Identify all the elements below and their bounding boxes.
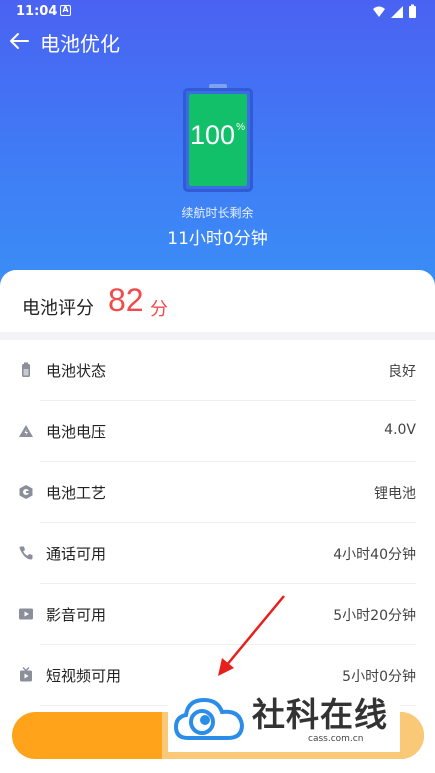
score-unit: 分 xyxy=(150,299,168,320)
battery-level: 100% xyxy=(187,120,247,151)
row-value: 良好 xyxy=(388,364,416,380)
voltage-icon xyxy=(19,425,33,437)
list-item: 电池状态 良好 xyxy=(0,340,435,401)
annotation-arrow-icon xyxy=(218,595,285,676)
page-title: 电池优化 xyxy=(40,32,120,56)
status-bar: 11:04 A xyxy=(0,0,435,24)
row-value: 锂电池 xyxy=(374,486,416,502)
wifi-icon xyxy=(373,6,385,17)
list-item: 通话可用 4小时40分钟 xyxy=(0,523,435,584)
watermark-domain: cass.com.cn xyxy=(308,734,364,744)
remaining-label: 续航时长剩余 xyxy=(181,206,254,220)
list-item: 电池电压 4.0V xyxy=(0,401,435,462)
section-divider xyxy=(0,332,435,340)
signal-icon xyxy=(391,6,403,18)
remaining-value: 11小时0分钟 xyxy=(167,229,268,249)
watermark: 社科在线 cass.com.cn xyxy=(168,682,400,752)
back-arrow-icon[interactable] xyxy=(8,30,30,52)
notification-icon: A xyxy=(60,5,71,16)
battery-level-number: 100 xyxy=(190,120,236,150)
row-label: 短视频可用 xyxy=(46,667,122,685)
battery-status-icon xyxy=(409,6,416,18)
row-label: 影音可用 xyxy=(46,606,107,624)
phone-icon xyxy=(19,546,33,560)
row-label: 通话可用 xyxy=(46,545,107,563)
row-value: 4.0V xyxy=(384,422,416,438)
row-label: 电池状态 xyxy=(46,362,107,380)
short-video-icon xyxy=(20,667,32,682)
tech-icon xyxy=(19,485,33,499)
row-label: 电池电压 xyxy=(46,423,107,441)
row-value: 5小时20分钟 xyxy=(333,608,416,624)
row-value: 4小时40分钟 xyxy=(333,547,416,563)
battery-percent-sign: % xyxy=(236,122,245,133)
watermark-brand: 社科在线 xyxy=(252,695,388,734)
video-icon xyxy=(19,608,33,620)
score-value: 82 xyxy=(108,282,144,318)
score-label: 电池评分 xyxy=(22,298,94,319)
status-time: 11:04 xyxy=(16,4,58,19)
status-icons xyxy=(373,4,416,18)
app-bar: 电池优化 xyxy=(0,24,435,60)
battery-graphic: 100% xyxy=(183,84,253,192)
cloud-logo-icon xyxy=(174,697,245,740)
row-label: 电池工艺 xyxy=(46,484,107,502)
battery-icon xyxy=(22,362,30,377)
list-item: 电池工艺 锂电池 xyxy=(0,462,435,523)
